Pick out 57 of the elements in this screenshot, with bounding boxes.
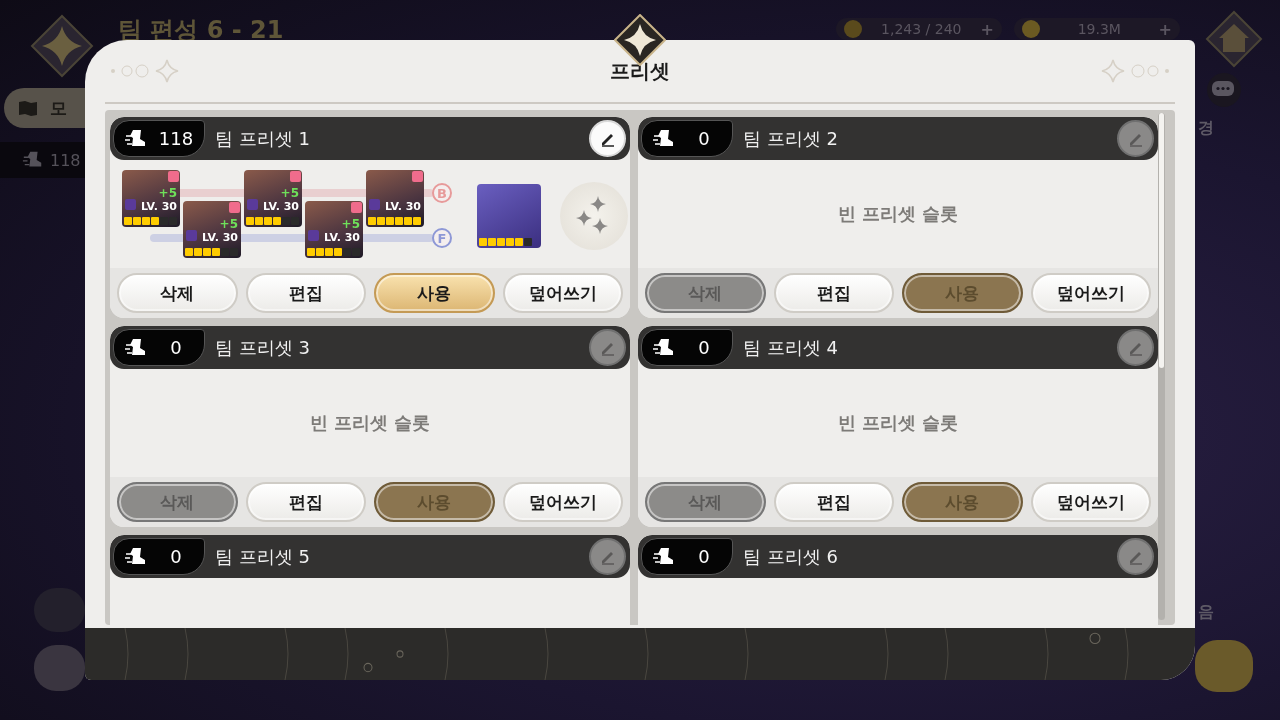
diamond-logo-icon <box>30 14 94 78</box>
power-value: 0 <box>697 128 711 149</box>
side-text: 음 <box>1198 602 1214 623</box>
hero-portrait[interactable]: +5 LV. 30 <box>244 170 302 227</box>
resource-value: 19.3M <box>1077 21 1121 37</box>
dialog-title: 프리셋 <box>610 57 670 85</box>
home-icon[interactable] <box>1205 10 1263 68</box>
lane-label: B <box>432 183 452 203</box>
level-text: LV. 30 <box>385 200 421 213</box>
power-value: 0 <box>169 337 183 358</box>
preset-name: 팀 프리셋 4 <box>743 335 839 360</box>
preset-name: 팀 프리셋 5 <box>215 544 311 569</box>
delete-button[interactable]: 삭제 <box>117 273 238 313</box>
empty-slot-text: 빈 프리셋 슬롯 <box>837 202 959 226</box>
bonus-text: +5 <box>280 186 299 200</box>
overwrite-button[interactable]: 덮어쓰기 <box>1030 273 1151 313</box>
resource-value: 1,243 / 240 <box>881 21 962 37</box>
edit-button[interactable]: 편집 <box>245 273 366 313</box>
hero-portrait[interactable]: +5 LV. 30 <box>122 170 180 227</box>
edit-button[interactable]: 편집 <box>773 482 894 522</box>
bonus-text: +5 <box>158 186 177 200</box>
preset-name: 팀 프리셋 3 <box>215 335 311 360</box>
scrollbar[interactable] <box>1158 113 1165 620</box>
chat-icon[interactable] <box>1206 72 1242 108</box>
level-text: LV. 30 <box>141 200 177 213</box>
hero-portrait[interactable]: +5 LV. 30 <box>183 201 241 258</box>
overwrite-button[interactable]: 덮어쓰기 <box>502 273 623 313</box>
power-value: 118 <box>158 128 194 149</box>
preset-name: 팀 프리셋 1 <box>215 126 311 151</box>
power-value: 0 <box>697 546 711 567</box>
lane-label: F <box>432 228 452 248</box>
level-text: LV. 30 <box>324 231 360 244</box>
empty-slot-text: 빈 프리셋 슬롯 <box>837 411 959 435</box>
map-icon <box>18 100 38 116</box>
power-value: 0 <box>169 546 183 567</box>
level-text: LV. 30 <box>263 200 299 213</box>
power-value: 0 <box>697 337 711 358</box>
stamina-icon <box>844 20 862 38</box>
bonus-text: +5 <box>219 217 238 231</box>
use-button[interactable]: 사용 <box>374 273 495 313</box>
hero-portrait[interactable]: LV. 30 <box>366 170 424 227</box>
power-value: 118 <box>50 150 81 170</box>
background-button[interactable] <box>1195 640 1253 692</box>
preset-name: 팀 프리셋 2 <box>743 126 839 151</box>
preset-name: 팀 프리셋 6 <box>743 544 839 569</box>
empty-slot-text: 빈 프리셋 슬롯 <box>309 411 431 435</box>
edit-button[interactable]: 편집 <box>245 482 366 522</box>
overwrite-button[interactable]: 덮어쓰기 <box>1030 482 1151 522</box>
bonus-text: +5 <box>341 217 360 231</box>
overwrite-button[interactable]: 덮어쓰기 <box>502 482 623 522</box>
edit-button[interactable]: 편집 <box>773 273 894 313</box>
level-text: LV. 30 <box>202 231 238 244</box>
side-text: 경 <box>1198 118 1214 139</box>
left-tab-text: 모 <box>50 96 67 120</box>
coin-icon <box>1022 20 1040 38</box>
pet-portrait[interactable] <box>477 184 541 248</box>
hero-portrait[interactable]: +5 LV. 30 <box>305 201 363 258</box>
